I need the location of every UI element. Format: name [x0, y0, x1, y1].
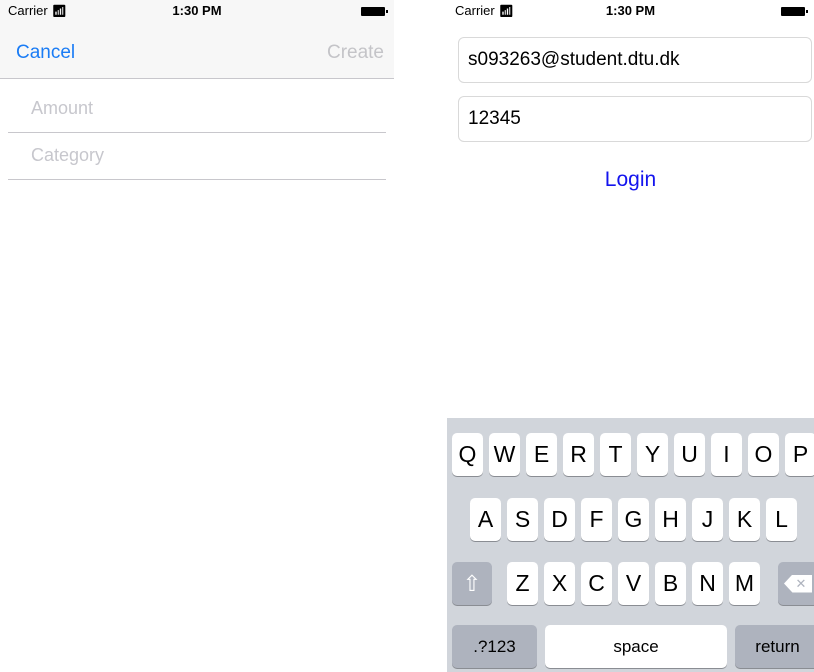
category-input[interactable] [31, 145, 361, 166]
amount-row [8, 86, 386, 133]
key-m[interactable]: M [729, 562, 760, 605]
key-p[interactable]: P [785, 433, 814, 476]
key-q[interactable]: Q [452, 433, 483, 476]
key-c[interactable]: C [581, 562, 612, 605]
key-d[interactable]: D [544, 498, 575, 541]
amount-input[interactable] [31, 98, 361, 119]
key-w[interactable]: W [489, 433, 520, 476]
space-key[interactable]: space [545, 625, 727, 668]
create-entry-screen: Carrier 📶︎ 1:30 PM Cancel Create [0, 0, 394, 672]
key-y[interactable]: Y [637, 433, 668, 476]
key-r[interactable]: R [563, 433, 594, 476]
key-t[interactable]: T [600, 433, 631, 476]
key-k[interactable]: K [729, 498, 760, 541]
numbers-key[interactable]: .?123 [452, 625, 537, 668]
create-button[interactable]: Create [327, 42, 384, 64]
shift-icon: ⇧ [462, 570, 482, 596]
key-e[interactable]: E [526, 433, 557, 476]
return-key[interactable]: return [735, 625, 814, 668]
key-i[interactable]: I [711, 433, 742, 476]
keyboard: Q W E R T Y U I O P A S D F G H J K L ⇧ … [447, 418, 814, 672]
key-x[interactable]: X [544, 562, 575, 605]
shift-key[interactable]: ⇧ [452, 562, 492, 605]
delete-icon: ✕ [784, 574, 812, 593]
key-h[interactable]: H [655, 498, 686, 541]
email-field[interactable]: s093263@student.dtu.dk [458, 37, 812, 83]
status-time: 1:30 PM [172, 3, 222, 18]
key-v[interactable]: V [618, 562, 649, 605]
key-u[interactable]: U [674, 433, 705, 476]
key-o[interactable]: O [748, 433, 779, 476]
password-field[interactable]: 12345 [458, 96, 812, 142]
navigation-bar: Cancel Create [0, 22, 394, 79]
status-bar: Carrier 📶︎ 1:30 PM [0, 0, 394, 22]
category-row [8, 133, 386, 180]
login-screen: Carrier 📶︎ 1:30 PM s093263@student.dtu.dk… [447, 0, 814, 672]
login-button[interactable]: Login [447, 168, 814, 192]
key-s[interactable]: S [507, 498, 538, 541]
key-z[interactable]: Z [507, 562, 538, 605]
key-n[interactable]: N [692, 562, 723, 605]
delete-key[interactable]: ✕ [778, 562, 814, 605]
key-g[interactable]: G [618, 498, 649, 541]
key-a[interactable]: A [470, 498, 501, 541]
key-l[interactable]: L [766, 498, 797, 541]
status-bar: Carrier 📶︎ 1:30 PM [447, 0, 814, 22]
battery-icon [781, 7, 808, 16]
cancel-button[interactable]: Cancel [16, 42, 75, 64]
key-j[interactable]: J [692, 498, 723, 541]
key-b[interactable]: B [655, 562, 686, 605]
key-f[interactable]: F [581, 498, 612, 541]
status-time: 1:30 PM [605, 3, 656, 18]
battery-icon [361, 7, 388, 16]
